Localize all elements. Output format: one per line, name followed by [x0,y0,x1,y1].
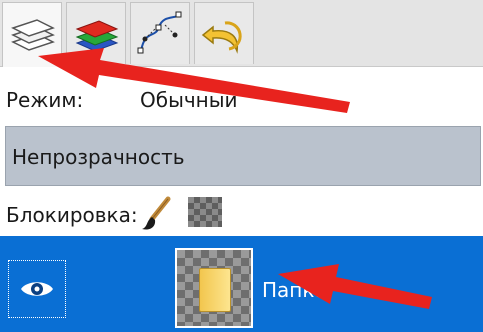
layer-row-folder[interactable]: Папка [0,236,483,332]
layers-icon [11,19,55,51]
tab-undo-history[interactable] [194,2,254,64]
opacity-slider[interactable]: Непрозрачность [5,126,481,186]
undo-history-icon [201,20,242,54]
mode-label: Режим: [6,88,84,112]
tab-paths[interactable] [130,2,190,64]
channels-icon [75,19,119,52]
lock-pixels-brush-icon[interactable] [138,195,176,233]
visibility-toggle[interactable] [8,260,66,318]
tab-channels[interactable] [66,2,126,64]
mode-select[interactable]: Обычный [140,88,238,112]
folder-icon [199,268,231,312]
lock-alpha-icon[interactable] [188,197,222,227]
tab-layers[interactable] [2,2,62,67]
dock-tab-strip [0,0,483,67]
layer-thumbnail [175,248,253,328]
opacity-label: Непрозрачность [12,145,185,169]
paths-icon [137,11,182,53]
lock-label: Блокировка: [6,203,138,227]
eye-icon [21,282,53,296]
layer-name[interactable]: Папка [262,278,327,302]
